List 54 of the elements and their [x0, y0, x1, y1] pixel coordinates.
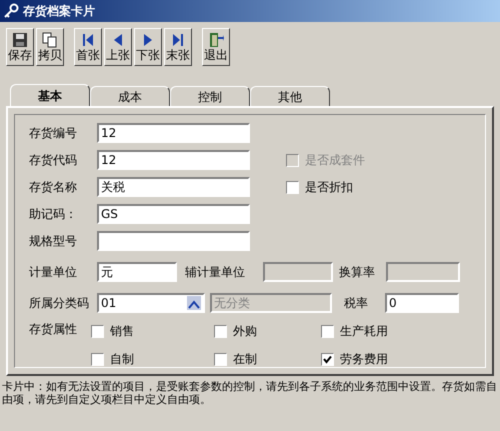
checkbox[interactable] — [214, 352, 227, 366]
text-field[interactable]: 0 — [385, 293, 459, 313]
checkbox-label: 自制 — [110, 351, 134, 368]
last-record-icon — [170, 32, 186, 48]
field-label: 换算率 — [339, 264, 376, 281]
text-field[interactable]: 元 — [97, 262, 177, 282]
lookup-icon — [187, 296, 201, 310]
checkbox-label: 在制 — [233, 351, 257, 368]
text-field[interactable] — [97, 231, 250, 251]
tab[interactable]: 成本 — [90, 86, 170, 106]
lookup-field[interactable]: 01 — [97, 293, 205, 313]
toolbar-button[interactable]: 拷贝 — [36, 28, 64, 66]
tab[interactable]: 其他 — [250, 86, 330, 106]
first-record-icon — [80, 32, 96, 48]
checkmark-icon — [323, 354, 332, 364]
toolbar-button[interactable]: 退出 — [202, 28, 230, 66]
window-title: 存货档案卡片 — [23, 3, 95, 20]
field-label: 规格型号 — [29, 233, 78, 250]
field-label: 计量单位 — [29, 264, 78, 281]
hint-text: 卡片中：如有无法设置的项目，是受账套参数的控制，请先到各子系统的业务范围中设置。存货如需自由项，请先到自定义项栏目中定义自由项。 — [1, 380, 498, 406]
field-label: 辅计量单位 — [185, 264, 246, 281]
toolbar-button[interactable]: 下张 — [134, 28, 162, 66]
checkbox[interactable] — [286, 180, 299, 194]
toolbar-button[interactable]: 首张 — [74, 28, 102, 66]
checkbox-label: 劳务费用 — [340, 351, 388, 368]
checkbox-label: 生产耗用 — [340, 323, 388, 340]
checkbox[interactable] — [91, 352, 104, 366]
text-field[interactable]: 关税 — [97, 177, 250, 197]
copy-icon — [42, 32, 58, 48]
field-label: 存货名称 — [29, 179, 78, 196]
checkbox[interactable] — [214, 324, 227, 338]
checkbox[interactable] — [321, 324, 334, 338]
checkbox-label: 外购 — [233, 323, 257, 340]
field-label: 存货代码 — [29, 152, 78, 169]
field-label: 税率 — [344, 295, 369, 312]
checkbox-label: 是否折扣 — [305, 179, 353, 196]
text-field[interactable]: 12 — [97, 123, 250, 143]
field-label: 所属分类码 — [29, 295, 90, 312]
tab[interactable]: 基本 — [10, 84, 90, 106]
checkbox-label: 是否成套件 — [305, 152, 365, 169]
field-label: 存货属性 — [29, 321, 78, 338]
toolbar-button[interactable]: 上张 — [104, 28, 132, 66]
field-label: 存货编号 — [29, 125, 78, 142]
door-exit-icon — [208, 32, 224, 48]
key-icon — [3, 3, 19, 19]
toolbar-button[interactable]: 保存 — [6, 28, 34, 66]
checkbox-label: 销售 — [110, 323, 134, 340]
field-label: 助记码： — [29, 206, 78, 223]
checkbox[interactable] — [91, 324, 104, 338]
tab[interactable]: 控制 — [170, 86, 250, 106]
toolbar-button[interactable]: 末张 — [164, 28, 192, 66]
checkbox[interactable] — [321, 352, 334, 366]
text-field[interactable]: GS — [97, 204, 250, 224]
text-field[interactable]: 12 — [97, 150, 250, 170]
